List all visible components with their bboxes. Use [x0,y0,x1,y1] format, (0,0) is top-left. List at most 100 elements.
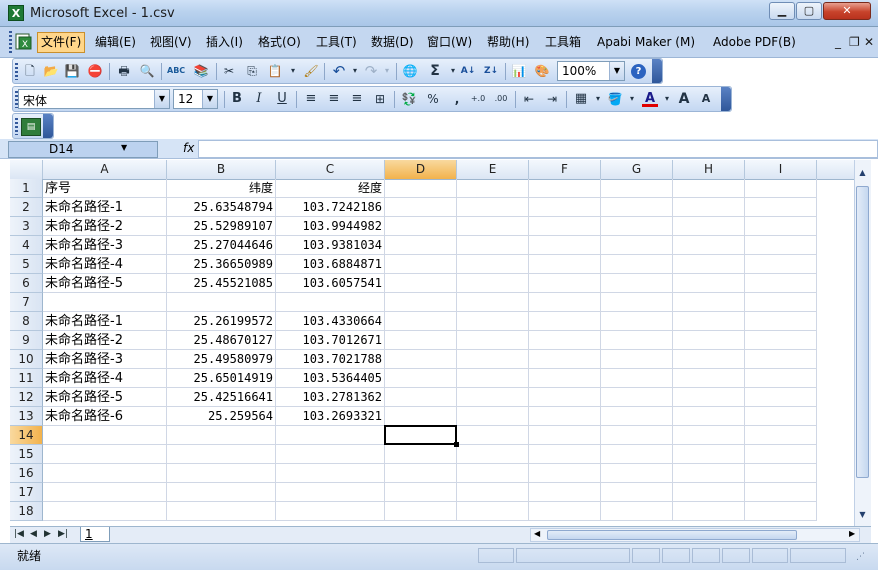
menu-item[interactable]: 编辑(E) [92,32,139,53]
grid-cell[interactable]: 103.7012671 [276,331,385,350]
grid-cell[interactable] [601,179,673,198]
grid-cell[interactable] [601,293,673,312]
grid-cell[interactable] [745,255,817,274]
grid-cell[interactable] [673,198,745,217]
grid-cell[interactable] [529,217,601,236]
bold-button[interactable]: B [229,91,245,107]
grid-cell[interactable] [385,236,457,255]
grid-cell[interactable] [673,293,745,312]
grid-cell[interactable] [745,293,817,312]
grid-cell[interactable] [457,369,529,388]
grid-cell[interactable] [673,483,745,502]
grid-cell[interactable] [745,198,817,217]
prev-sheet-icon[interactable]: ◀ [30,529,37,539]
grid-cell[interactable] [601,331,673,350]
grid-cell[interactable] [529,331,601,350]
grid-cell[interactable] [529,445,601,464]
grid-cell[interactable] [745,426,817,445]
grid-cell[interactable] [385,388,457,407]
grid-cell[interactable] [457,331,529,350]
menu-item[interactable]: 窗口(W) [424,32,475,53]
grid-cell[interactable] [457,483,529,502]
grid-cell[interactable] [457,293,529,312]
sheet-tab[interactable]: 1 [80,527,110,542]
menu-item[interactable]: 视图(V) [147,32,195,53]
grid-cell[interactable] [673,350,745,369]
menu-item[interactable]: 格式(O) [255,32,304,53]
grid-cell[interactable]: 103.2781362 [276,388,385,407]
grid-cell[interactable]: 25.48670127 [167,331,276,350]
grid-cell[interactable] [276,426,385,445]
grid-cell[interactable] [276,445,385,464]
fill-color-dropdown-icon[interactable]: ▾ [624,91,640,107]
grid-cell[interactable]: 未命名路径-1 [43,312,167,331]
function-icon[interactable]: fx [183,141,194,155]
undo-icon[interactable]: ↶ [331,63,347,79]
grid-cell[interactable] [385,179,457,198]
grid-cell[interactable] [43,293,167,312]
excel-app-icon[interactable]: X [8,5,24,21]
grid-cell[interactable] [673,464,745,483]
save-icon[interactable]: 💾 [64,63,80,79]
row-header[interactable]: 14 [10,426,43,445]
grid-cell[interactable] [457,236,529,255]
grid-cell[interactable] [529,407,601,426]
grid-cell[interactable] [529,369,601,388]
grid-cell[interactable] [601,312,673,331]
grid-cell[interactable] [385,483,457,502]
close-button[interactable]: ✕ [823,2,871,20]
grid-cell[interactable] [457,426,529,445]
grid-cell[interactable]: 25.26199572 [167,312,276,331]
grid-cell[interactable] [385,350,457,369]
doc-close-button[interactable]: ✕ [864,35,874,49]
grid-cell[interactable] [385,274,457,293]
grid-cell[interactable]: 25.42516641 [167,388,276,407]
grid-cell[interactable] [673,179,745,198]
percent-button[interactable]: % [425,91,441,107]
grid-cell[interactable] [385,217,457,236]
grid-cell[interactable]: 未命名路径-5 [43,274,167,293]
font-select[interactable]: 宋体 ▼ [18,89,170,109]
grid-cell[interactable] [673,236,745,255]
grid-cell[interactable]: 序号 [43,179,167,198]
grid-cell[interactable] [276,464,385,483]
spelling-icon[interactable]: ABC [167,63,185,79]
scroll-left-icon[interactable]: ◀ [534,529,540,538]
autosum-icon[interactable]: Σ [427,63,443,79]
cut-icon[interactable]: ✂ [221,63,237,79]
grid-cell[interactable] [167,445,276,464]
grid-cell[interactable] [385,255,457,274]
grid-cell[interactable]: 经度 [276,179,385,198]
row-header[interactable]: 6 [10,274,43,293]
grid-cell[interactable] [43,445,167,464]
grid-cell[interactable]: 未命名路径-6 [43,407,167,426]
grid-cell[interactable] [457,198,529,217]
grid-cell[interactable] [673,426,745,445]
menu-item[interactable]: 文件(F) [37,32,86,53]
grid-cell[interactable] [457,217,529,236]
grid-cell[interactable] [385,464,457,483]
grid-cell[interactable] [673,255,745,274]
toolbar-options-button[interactable] [43,114,53,138]
grid-cell[interactable] [745,331,817,350]
new-icon[interactable]: 🗋 [22,63,38,79]
increase-decimal-button[interactable]: +.0 [468,91,488,107]
toolbar-grip-handle[interactable] [15,63,18,80]
font-size-select[interactable]: 12 ▼ [173,89,218,109]
chevron-down-icon[interactable]: ▼ [609,62,624,80]
grid-cell[interactable] [529,350,601,369]
addin-icon[interactable]: ▤ [21,118,41,136]
grid-cell[interactable] [745,274,817,293]
grid-cell[interactable] [529,312,601,331]
menu-item[interactable]: Adobe PDF(B) [710,32,799,53]
grid-cell[interactable] [457,502,529,521]
grid-cell[interactable] [673,407,745,426]
grid-cell[interactable] [745,350,817,369]
grid-cell[interactable]: 103.6884871 [276,255,385,274]
grow-font-icon[interactable]: A [676,91,692,107]
column-header[interactable]: C [276,160,385,179]
grid-cell[interactable] [673,502,745,521]
decrease-decimal-button[interactable]: .00 [491,91,511,107]
increase-indent-icon[interactable]: ⇥ [544,91,560,107]
print-icon[interactable]: 🖶 [116,63,132,79]
